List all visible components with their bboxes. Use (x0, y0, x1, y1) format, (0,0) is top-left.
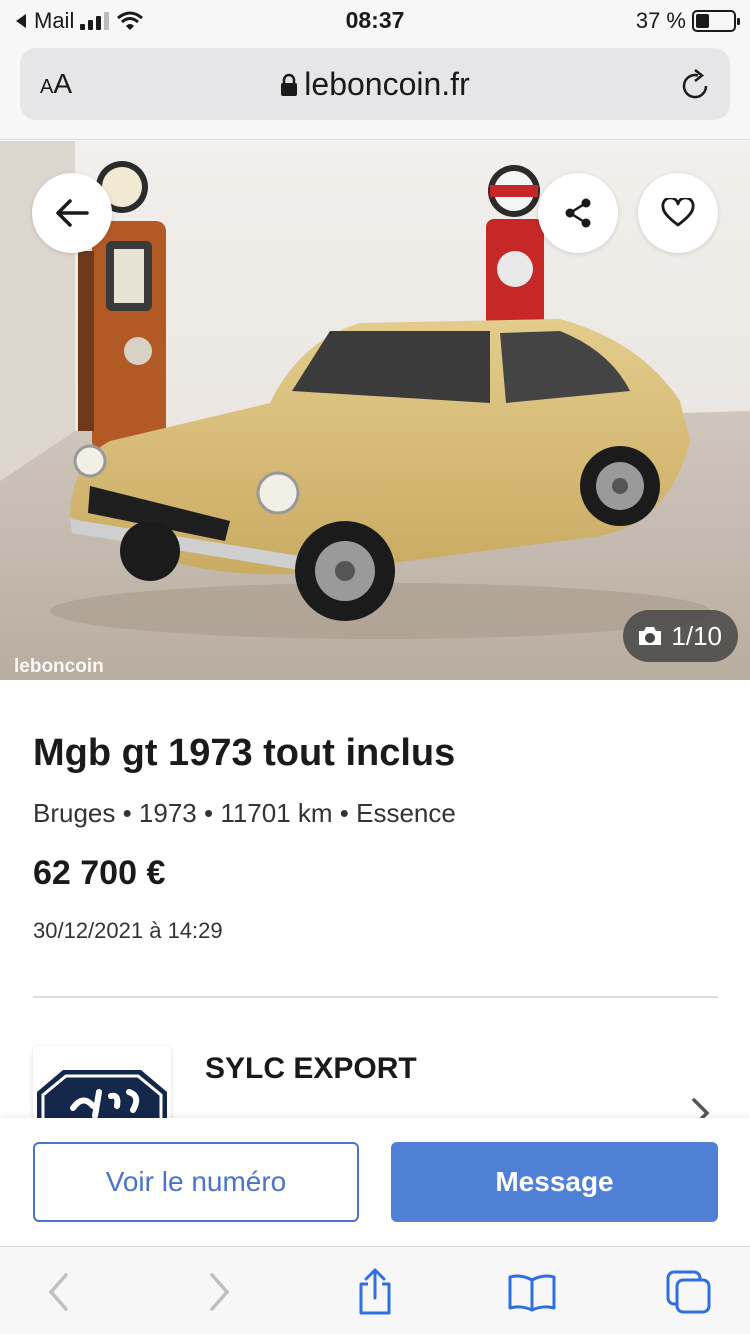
battery-status: 37 % (635, 8, 740, 34)
safari-back-icon (48, 1273, 68, 1311)
address-bar[interactable]: AA leboncoin.fr (20, 48, 730, 120)
back-button[interactable] (32, 173, 112, 253)
share-icon (565, 198, 591, 228)
status-bar: Mail 08:37 37 % (0, 0, 750, 40)
browser-back-button[interactable] (34, 1269, 84, 1315)
reload-icon (682, 69, 708, 99)
show-number-button[interactable]: Voir le numéro (33, 1142, 359, 1222)
photo-counter-label: 1/10 (671, 620, 722, 651)
url-display[interactable]: leboncoin.fr (20, 66, 730, 103)
browser-chrome: AA leboncoin.fr (0, 40, 750, 140)
ad-price: 62 700 € (33, 854, 166, 892)
camera-icon (639, 627, 662, 645)
browser-share-button[interactable] (350, 1268, 400, 1315)
ad-title: Mgb gt 1973 tout inclus (33, 732, 456, 774)
reload-button[interactable] (680, 68, 712, 107)
message-button[interactable]: Message (391, 1142, 718, 1222)
favorite-button[interactable] (638, 173, 718, 253)
safari-tabs-icon (666, 1270, 711, 1314)
lock-icon (281, 73, 298, 96)
safari-bookmarks-icon (508, 1274, 556, 1312)
divider (33, 996, 718, 998)
contact-bar: Voir le numéro Message (0, 1118, 750, 1246)
battery-level (696, 14, 710, 28)
battery-percent: 37 % (635, 8, 686, 33)
safari-share-icon (359, 1268, 391, 1315)
browser-toolbar (0, 1246, 750, 1334)
seller-logo-image (37, 1070, 167, 1126)
browser-tabs-button[interactable] (664, 1269, 714, 1315)
safari-forward-icon (210, 1273, 230, 1311)
browser-bookmarks-button[interactable] (507, 1269, 557, 1315)
url-host: leboncoin.fr (304, 66, 470, 102)
seller-name[interactable]: SYLC EXPORT (205, 1052, 417, 1086)
ad-date: 30/12/2021 à 14:29 (33, 918, 223, 943)
photo-watermark: leboncoin (14, 656, 104, 677)
car-photo (0, 141, 750, 680)
browser-forward-button[interactable] (194, 1269, 244, 1315)
ad-photo-gallery[interactable]: leboncoin 1/10 (0, 141, 750, 680)
heart-icon (661, 198, 695, 227)
back-arrow-icon (56, 199, 89, 227)
photo-counter[interactable]: 1/10 (623, 610, 738, 662)
seller-logo[interactable] (33, 1046, 171, 1126)
ad-meta: Bruges • 1973 • 11701 km • Essence (33, 798, 456, 828)
share-button[interactable] (538, 173, 618, 253)
battery-icon (692, 10, 740, 32)
